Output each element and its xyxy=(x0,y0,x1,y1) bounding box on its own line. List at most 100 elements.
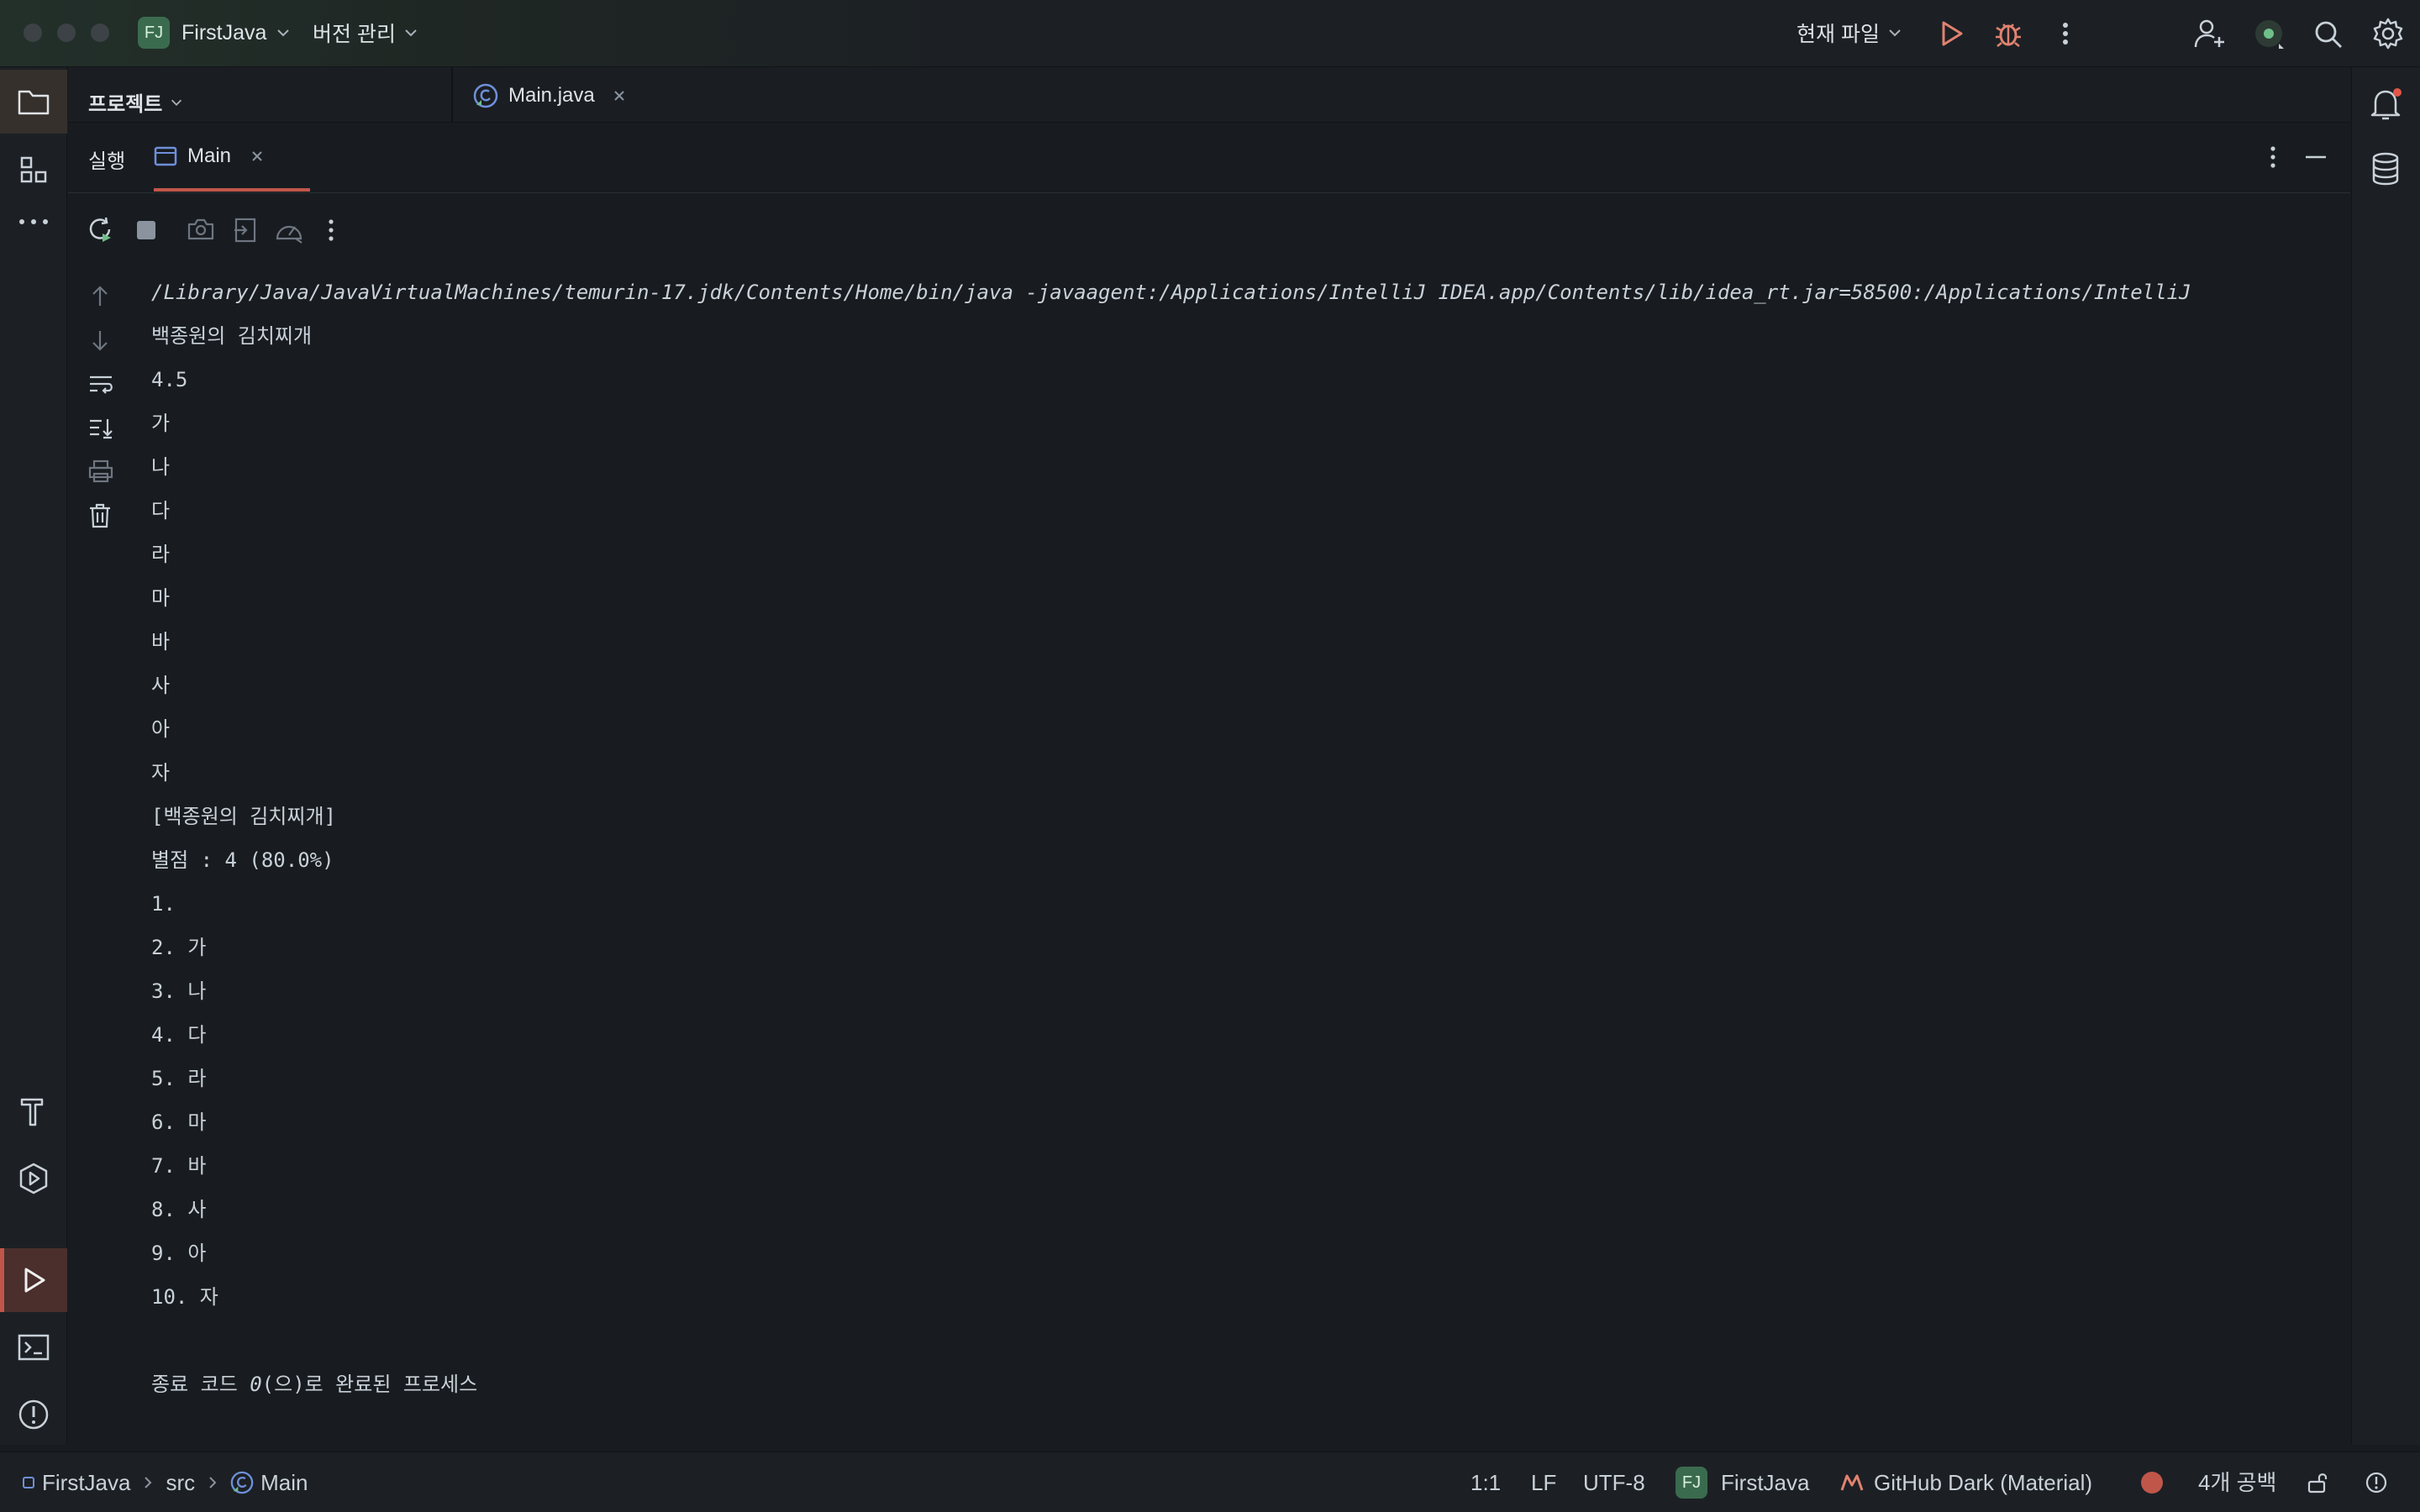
database-tool-button[interactable] xyxy=(2370,151,2401,186)
vcs-menu[interactable]: 버전 관리 xyxy=(313,17,419,49)
run-button[interactable] xyxy=(1936,18,1966,49)
console-line: 1. xyxy=(151,892,176,916)
problems-tool-button[interactable] xyxy=(0,1383,67,1446)
console-line: 10. 자 xyxy=(151,1285,218,1309)
dump-threads-button[interactable] xyxy=(187,217,215,242)
notifications-button[interactable] xyxy=(2369,86,2404,123)
file-encoding[interactable]: UTF-8 xyxy=(1583,1452,1645,1512)
run-panel-options-button[interactable] xyxy=(2263,143,2283,171)
soft-wrap-button[interactable] xyxy=(87,371,114,396)
build-tool-button[interactable] xyxy=(0,1079,67,1143)
java-class-icon xyxy=(230,1471,254,1494)
editor-tab-label: Main.java xyxy=(508,84,595,107)
print-button[interactable] xyxy=(87,459,114,484)
theme-name: GitHub Dark (Material) xyxy=(1874,1470,2093,1495)
search-button[interactable] xyxy=(2312,18,2344,50)
status-bar: FirstJava src Main 1:1 LF UTF-8 FJ First… xyxy=(0,1452,2420,1512)
rerun-button[interactable] xyxy=(86,215,114,244)
close-icon[interactable] xyxy=(612,88,627,103)
run-panel-header: 실행 Main xyxy=(68,123,2350,193)
console-line: 7. 바 xyxy=(151,1154,207,1178)
exit-suffix: (으)로 완료된 프로세스 xyxy=(261,1373,478,1396)
window-minimize-button[interactable] xyxy=(57,24,76,42)
run-panel-minimize-button[interactable] xyxy=(2303,143,2328,171)
folder-icon xyxy=(18,90,50,115)
alert-circle-icon xyxy=(2365,1472,2387,1494)
breadcrumb-project[interactable]: FirstJava xyxy=(42,1452,130,1512)
project-indicator[interactable]: FJ FirstJava xyxy=(1676,1452,1809,1512)
scroll-up-button[interactable] xyxy=(87,284,113,309)
services-icon xyxy=(19,1163,48,1194)
rerun-icon xyxy=(89,217,111,242)
run-config-label: 현재 파일 xyxy=(1797,23,1880,46)
run-toolbar-more-button[interactable] xyxy=(323,217,339,244)
java-class-icon xyxy=(473,83,498,108)
console-line: 4.5 xyxy=(151,368,188,391)
unlock-icon xyxy=(2307,1473,2328,1494)
window-zoom-button[interactable] xyxy=(91,24,109,42)
project-badge: FJ xyxy=(138,17,170,49)
chevron-right-icon xyxy=(145,1477,152,1488)
code-with-me-button[interactable] xyxy=(2254,18,2287,52)
project-view-selector[interactable]: 프로젝트 xyxy=(88,87,184,117)
breadcrumb-src[interactable]: src xyxy=(166,1452,195,1512)
status-dot-icon xyxy=(2255,20,2284,49)
clear-console-button[interactable] xyxy=(87,502,113,529)
console-line: 마 xyxy=(151,586,171,610)
chevron-down-icon xyxy=(171,99,182,106)
settings-button[interactable] xyxy=(2371,17,2405,50)
console-line: 4. 다 xyxy=(151,1023,207,1047)
gauge-icon xyxy=(276,225,302,244)
close-icon[interactable] xyxy=(250,149,265,164)
scroll-down-button[interactable] xyxy=(87,328,113,353)
console-line: 사 xyxy=(151,674,171,697)
debug-button[interactable] xyxy=(1993,18,2023,49)
right-tool-strip xyxy=(2351,67,2420,1445)
console-line: 가 xyxy=(151,412,171,435)
stop-button[interactable] xyxy=(134,218,158,242)
more-horizontal-icon xyxy=(19,219,48,224)
scroll-to-end-button[interactable] xyxy=(87,415,114,440)
project-header: 프로젝트 Main.java xyxy=(68,67,2350,123)
bell-icon xyxy=(2370,88,2402,120)
run-tool-button[interactable] xyxy=(0,1248,67,1312)
inspections-indicator[interactable] xyxy=(2365,1452,2388,1512)
material-theme-icon xyxy=(1840,1474,1864,1491)
project-panel-title: 프로젝트 xyxy=(88,93,163,116)
more-tools-button[interactable] xyxy=(0,190,67,254)
run-tab-label: Main xyxy=(187,144,232,167)
add-user-button[interactable] xyxy=(2193,17,2227,50)
console-line: 별점 : 4 (80.0%) xyxy=(151,848,334,872)
terminal-icon xyxy=(18,1334,50,1361)
line-ending[interactable]: LF xyxy=(1531,1452,1556,1512)
services-tool-button[interactable] xyxy=(0,1147,67,1210)
theme-color-dot[interactable] xyxy=(2139,1452,2165,1512)
profiler-button[interactable] xyxy=(274,217,304,244)
run-panel-title: 실행 xyxy=(88,150,126,173)
trash-icon xyxy=(90,503,110,528)
more-actions-button[interactable] xyxy=(2054,18,2077,49)
read-only-toggle[interactable] xyxy=(2306,1452,2329,1512)
editor-tab-main-java[interactable]: Main.java xyxy=(473,81,627,111)
search-icon xyxy=(2315,21,2342,48)
window-close-button[interactable] xyxy=(24,24,42,42)
run-config-selector[interactable]: 현재 파일 xyxy=(1797,17,1903,49)
chevron-down-icon xyxy=(405,29,417,37)
console-line: 3. 나 xyxy=(151,979,207,1003)
chevron-down-icon xyxy=(1889,29,1901,37)
indent-setting[interactable]: 4개 공백 xyxy=(2198,1452,2276,1512)
theme-indicator[interactable]: GitHub Dark (Material) xyxy=(1840,1452,2092,1512)
console-command-line: /Library/Java/JavaVirtualMachines/temuri… xyxy=(151,281,2191,304)
run-tab-main[interactable]: Main xyxy=(154,139,265,173)
console-output[interactable]: /Library/Java/JavaVirtualMachines/temuri… xyxy=(151,270,2351,1406)
exit-button[interactable] xyxy=(232,217,259,244)
terminal-tool-button[interactable] xyxy=(0,1315,67,1379)
project-tool-button[interactable] xyxy=(0,70,67,134)
exit-code: 0 xyxy=(250,1373,262,1396)
caret-position[interactable]: 1:1 xyxy=(1470,1452,1501,1512)
breadcrumb-main[interactable]: Main xyxy=(260,1452,308,1512)
active-tab-indicator xyxy=(154,188,310,192)
console-line: 2. 가 xyxy=(151,936,207,959)
bug-icon xyxy=(1996,24,2021,47)
project-switcher[interactable]: FJ FirstJava xyxy=(138,17,292,49)
